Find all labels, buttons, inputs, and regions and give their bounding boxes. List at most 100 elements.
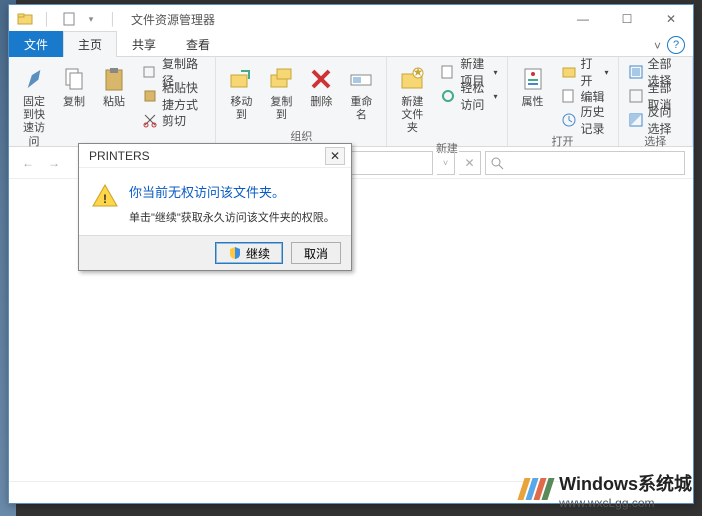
select-group-label: 选择 [625, 131, 686, 149]
new-folder-button[interactable]: ★ 新建 文件夹 [393, 61, 431, 138]
folder-icon [15, 9, 35, 29]
chevron-down-icon: ▾ [494, 68, 498, 77]
copy-to-label: 复制到 [265, 96, 297, 122]
search-box[interactable] [485, 151, 685, 175]
delete-label: 删除 [310, 96, 332, 109]
minimize-button[interactable]: — [561, 5, 605, 33]
ribbon-group-organize: 移动到 复制到 删除 重命名 组织 [216, 57, 387, 146]
qat-doc-icon[interactable] [59, 9, 79, 29]
search-icon [490, 156, 504, 170]
history-icon [561, 112, 577, 128]
copy-button[interactable]: 复制 [55, 61, 93, 151]
ribbon-expand-icon[interactable]: ˅ [654, 39, 661, 53]
window-controls: — ☐ ✕ [561, 5, 693, 33]
easy-access-label: 轻松访问 [460, 79, 487, 113]
paste-shortcut-label: 粘贴快捷方式 [162, 79, 206, 113]
svg-text:★: ★ [413, 65, 424, 79]
address-dropdown-icon[interactable]: ˅ [437, 151, 455, 175]
rename-label: 重命名 [345, 96, 377, 122]
watermark-url: www.wxcLgg.com [559, 496, 692, 510]
cut-icon [142, 112, 158, 128]
cancel-button[interactable]: 取消 [291, 242, 341, 264]
paste-shortcut-button[interactable]: 粘贴快捷方式 [139, 85, 209, 107]
tab-home[interactable]: 主页 [63, 31, 117, 57]
dialog-titlebar[interactable]: PRINTERS ✕ [79, 144, 351, 168]
new-item-icon [440, 64, 456, 80]
cut-button[interactable]: 剪切 [139, 109, 209, 131]
organize-group-label: 组织 [222, 126, 380, 144]
properties-button[interactable]: 属性 [514, 61, 552, 131]
history-button[interactable]: 历史记录 [558, 109, 612, 131]
copy-to-button[interactable]: 复制到 [262, 61, 300, 126]
titlebar[interactable]: │ ▾ │ 文件资源管理器 — ☐ ✕ [9, 5, 693, 33]
properties-label: 属性 [522, 96, 544, 109]
window-title: 文件资源管理器 [131, 11, 215, 28]
copy-path-icon [142, 64, 158, 80]
dialog-body: ! 你当前无权访问该文件夹。 单击"继续"获取永久访问该文件夹的权限。 [79, 168, 351, 235]
svg-text:!: ! [103, 192, 107, 206]
qat-separator: │ [37, 9, 57, 29]
dialog-close-button[interactable]: ✕ [325, 147, 345, 165]
ribbon: 固定到快 速访问 复制 粘贴 复制路径 粘贴快捷方式 剪切 剪贴板 [9, 57, 693, 147]
nav-back-button[interactable]: ← [17, 152, 39, 174]
open-group-label: 打开 [514, 131, 612, 149]
watermark-name: Windows系统城 [559, 470, 692, 496]
move-to-icon [225, 63, 257, 95]
pin-icon [18, 63, 50, 95]
help-icon[interactable]: ? [667, 36, 685, 54]
cancel-label: 取消 [304, 245, 328, 262]
close-button[interactable]: ✕ [649, 5, 693, 33]
open-button[interactable]: 打开▾ [558, 61, 612, 83]
paste-shortcut-icon [142, 88, 158, 104]
watermark-logo-icon [521, 478, 553, 503]
tab-view[interactable]: 查看 [171, 31, 225, 57]
maximize-button[interactable]: ☐ [605, 5, 649, 33]
copy-to-icon [265, 63, 297, 95]
cut-label: 剪切 [162, 112, 186, 129]
pin-quick-access-button[interactable]: 固定到快 速访问 [15, 61, 53, 151]
rename-icon [345, 63, 377, 95]
tab-file[interactable]: 文件 [9, 31, 63, 57]
address-clear-button[interactable]: ✕ [459, 151, 481, 175]
chevron-down-icon: ▾ [605, 68, 609, 77]
select-all-icon [628, 64, 644, 80]
dialog-title: PRINTERS [89, 149, 150, 163]
ribbon-group-clipboard: 固定到快 速访问 复制 粘贴 复制路径 粘贴快捷方式 剪切 剪贴板 [9, 57, 216, 146]
move-to-button[interactable]: 移动到 [222, 61, 260, 126]
quick-access-toolbar: │ ▾ │ [15, 9, 123, 29]
copy-label: 复制 [63, 96, 85, 109]
rename-button[interactable]: 重命名 [342, 61, 380, 126]
clear-x-icon: ✕ [464, 156, 474, 170]
open-label: 打开 [581, 55, 599, 89]
properties-icon [517, 63, 549, 95]
easy-access-icon [440, 88, 456, 104]
dialog-detail: 单击"继续"获取永久访问该文件夹的权限。 [129, 209, 335, 225]
permission-dialog: PRINTERS ✕ ! 你当前无权访问该文件夹。 单击"继续"获取永久访问该文… [78, 143, 352, 271]
ribbon-group-new: ★新建 文件夹 新建项目▾ 轻松访问▾ 新建 [387, 57, 507, 146]
qat-dropdown-icon[interactable]: ▾ [81, 9, 101, 29]
tab-share[interactable]: 共享 [117, 31, 171, 57]
chevron-down-icon: ▾ [494, 92, 498, 101]
paste-button[interactable]: 粘贴 [95, 61, 133, 151]
continue-button[interactable]: 继续 [215, 242, 283, 264]
easy-access-button[interactable]: 轻松访问▾ [437, 85, 500, 107]
new-folder-label: 新建 文件夹 [396, 96, 428, 136]
invert-selection-icon [628, 112, 644, 128]
uac-shield-icon [228, 246, 242, 260]
nav-forward-button[interactable]: → [43, 152, 65, 174]
warning-icon: ! [91, 182, 119, 210]
continue-label: 继续 [246, 245, 270, 262]
edit-label: 编辑 [581, 88, 605, 105]
ribbon-tabs: 文件 主页 共享 查看 ˅ ? [9, 33, 693, 57]
qat-separator2: │ [103, 9, 123, 29]
pin-label: 固定到快 速访问 [18, 96, 50, 149]
new-folder-icon: ★ [396, 63, 428, 95]
paste-label: 粘贴 [103, 96, 125, 109]
edit-icon [561, 88, 577, 104]
delete-button[interactable]: 删除 [302, 61, 340, 126]
ribbon-group-select: 全部选择 全部取消 反向选择 选择 [619, 57, 693, 146]
invert-selection-button[interactable]: 反向选择 [625, 109, 686, 131]
dialog-buttons: 继续 取消 [79, 235, 351, 270]
paste-icon [98, 63, 130, 95]
copy-icon [58, 63, 90, 95]
